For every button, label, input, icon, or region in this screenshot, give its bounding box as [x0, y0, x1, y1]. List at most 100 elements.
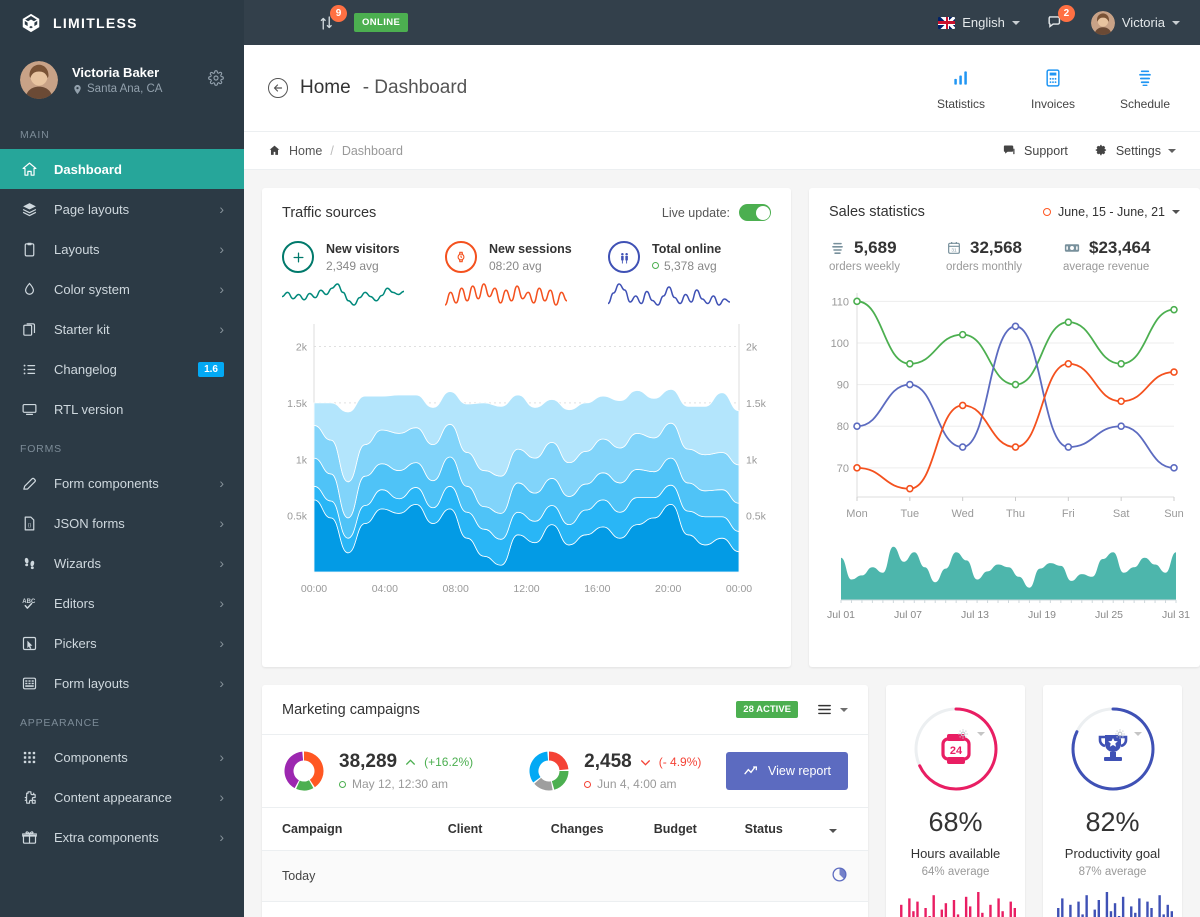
- sidebar-user-card[interactable]: Victoria Baker Santa Ana, CA: [0, 45, 244, 115]
- date-range-label: June, 15 - June, 21: [1057, 205, 1165, 219]
- sidebar-section-forms: FORMS: [20, 443, 62, 455]
- view-report-button[interactable]: View report: [726, 752, 848, 790]
- column-client[interactable]: Client: [437, 807, 541, 851]
- language-label: English: [962, 15, 1005, 30]
- metric-date: May 12, 12:30 am: [352, 777, 449, 791]
- svg-text:100: 100: [831, 338, 849, 350]
- metric-date: Jun 4, 4:00 am: [597, 777, 677, 791]
- language-selector[interactable]: English: [938, 15, 1020, 30]
- header-action-invoices[interactable]: Invoices: [1022, 65, 1084, 111]
- settings-button[interactable]: Settings: [1094, 143, 1176, 158]
- sidebar-item-components[interactable]: Components ›: [0, 737, 244, 777]
- header-action-label: Schedule: [1119, 97, 1171, 111]
- svg-text:Jul 07: Jul 07: [894, 609, 922, 621]
- marketing-metric-2: 2,458 (- 4.9%) Jun 4, 4:00 am: [527, 749, 701, 793]
- sidebar-item-layouts[interactable]: Layouts ›: [0, 229, 244, 269]
- sidebar-item-content-appearance[interactable]: Content appearance ›: [0, 777, 244, 817]
- back-arrow-icon[interactable]: [268, 78, 288, 98]
- sales-stats: 5,689 orders weekly 31 32,568 orders mon…: [809, 236, 1200, 281]
- column-campaign[interactable]: Campaign: [262, 807, 438, 851]
- plus-circle-icon: [282, 241, 314, 273]
- svg-text:1.5k: 1.5k: [287, 398, 308, 410]
- hours-available-gauge: 24: [914, 707, 997, 791]
- row-progress: [819, 850, 868, 902]
- column-budget[interactable]: Budget: [643, 807, 735, 851]
- svg-text:Jul 01: Jul 01: [827, 609, 855, 621]
- breadcrumb-separator: /: [330, 143, 334, 158]
- chevron-right-icon: ›: [219, 321, 224, 337]
- messages-badge: 2: [1057, 5, 1075, 22]
- sidebar-item-label: Extra components: [54, 829, 159, 845]
- breadcrumb-home[interactable]: Home: [289, 144, 322, 158]
- online-dot-icon: [652, 262, 659, 269]
- brand[interactable]: LIMITLESS: [0, 0, 244, 45]
- user-menu[interactable]: Victoria: [1090, 10, 1180, 35]
- metric-value: 38,289: [339, 751, 398, 772]
- status-badge[interactable]: ONLINE: [354, 13, 409, 32]
- table-row[interactable]: Today: [262, 850, 868, 902]
- list-menu-icon[interactable]: [816, 701, 848, 718]
- avatar: [20, 61, 58, 99]
- chevron-down-icon: [840, 707, 848, 712]
- sidebar-item-wizards[interactable]: Wizards ›: [0, 543, 244, 583]
- breadcrumb-actions: Support Settings: [1002, 143, 1176, 158]
- sidebar-user-location: Santa Ana, CA: [72, 83, 194, 95]
- sidebar-item-form-components[interactable]: Form components ›: [0, 463, 244, 503]
- sidebar-item-dashboard[interactable]: Dashboard: [0, 149, 244, 189]
- column-sort-toggle[interactable]: [819, 807, 868, 851]
- gauge-menu-1[interactable]: [956, 727, 985, 741]
- sidebar-item-rtl-version[interactable]: RTL version: [0, 389, 244, 429]
- chevron-right-icon: ›: [219, 595, 224, 611]
- sidebar-item-color-system[interactable]: Color system ›: [0, 269, 244, 309]
- support-button[interactable]: Support: [1002, 143, 1068, 158]
- svg-text:Tue: Tue: [901, 508, 920, 520]
- sidebar-item-changelog[interactable]: Changelog 1.6: [0, 349, 244, 389]
- sidebar-item-page-layouts[interactable]: Page layouts ›: [0, 189, 244, 229]
- sidebar-item-label: Page layouts: [54, 201, 130, 217]
- stat-value: 32,568: [970, 238, 1022, 257]
- hamburger-menu-icon[interactable]: [282, 19, 300, 27]
- messages-button[interactable]: 2: [1046, 5, 1075, 32]
- stat-value: 08:20 avg: [489, 258, 542, 273]
- chevron-right-icon: ›: [219, 555, 224, 571]
- svg-text:Jul 13: Jul 13: [961, 609, 989, 621]
- productivity-goal-gauge: [1071, 707, 1154, 791]
- metric-value: 2,458: [584, 751, 632, 772]
- svg-text:24: 24: [949, 745, 962, 757]
- sales-stat-average-revenue: $23,464 average revenue: [1063, 238, 1180, 273]
- marketing-donut-1: [284, 751, 324, 791]
- svg-text:Jul 25: Jul 25: [1095, 609, 1123, 621]
- sidebar-item-label: JSON forms: [54, 515, 125, 531]
- pie-progress-icon: [832, 867, 847, 882]
- stat-value: 2,349 avg: [326, 258, 379, 273]
- activity-transfer-icon[interactable]: 9: [318, 4, 347, 32]
- home-icon: [20, 160, 38, 178]
- column-status[interactable]: Status: [734, 807, 820, 851]
- sales-stat-orders-weekly: 5,689 orders weekly: [829, 238, 946, 273]
- traffic-sources-card: Traffic sources Live update: New visitor…: [262, 188, 791, 667]
- chevron-right-icon: ›: [219, 515, 224, 531]
- gauge-label: Productivity goal: [1064, 846, 1161, 861]
- sidebar-item-starter-kit[interactable]: Starter kit ›: [0, 309, 244, 349]
- sidebar-item-extra-components[interactable]: Extra components ›: [0, 817, 244, 857]
- svg-text:70: 70: [837, 463, 849, 475]
- gear-icon[interactable]: [208, 69, 224, 91]
- header-actions: Statistics Invoices Schedule: [930, 65, 1176, 111]
- live-update-toggle[interactable]: [739, 204, 771, 221]
- header-action-statistics[interactable]: Statistics: [930, 65, 992, 111]
- date-range-picker[interactable]: June, 15 - June, 21: [1042, 205, 1180, 219]
- header-action-schedule[interactable]: Schedule: [1114, 65, 1176, 111]
- schedule-list-icon: [1114, 65, 1176, 91]
- column-changes[interactable]: Changes: [540, 807, 644, 851]
- sidebar-item-json-forms[interactable]: {} JSON forms ›: [0, 503, 244, 543]
- sidebar-item-label: Color system: [54, 281, 130, 297]
- sidebar-item-editors[interactable]: ABC Editors ›: [0, 583, 244, 623]
- hours-available-bars: [896, 888, 1016, 917]
- svg-text:Sun: Sun: [1164, 508, 1184, 520]
- navbar-left-actions: 9 ONLINE: [244, 4, 409, 32]
- sidebar-item-form-layouts[interactable]: Form layouts ›: [0, 663, 244, 703]
- gauge-menu-2[interactable]: [1113, 727, 1142, 741]
- pencil-icon: [20, 474, 38, 492]
- sidebar-item-pickers[interactable]: Pickers ›: [0, 623, 244, 663]
- traffic-area-chart: 0.5k 0.5k 1k 1k 1.5k 1.5k 2k 2k 00:00 04:00 08:00 1…: [262, 312, 791, 667]
